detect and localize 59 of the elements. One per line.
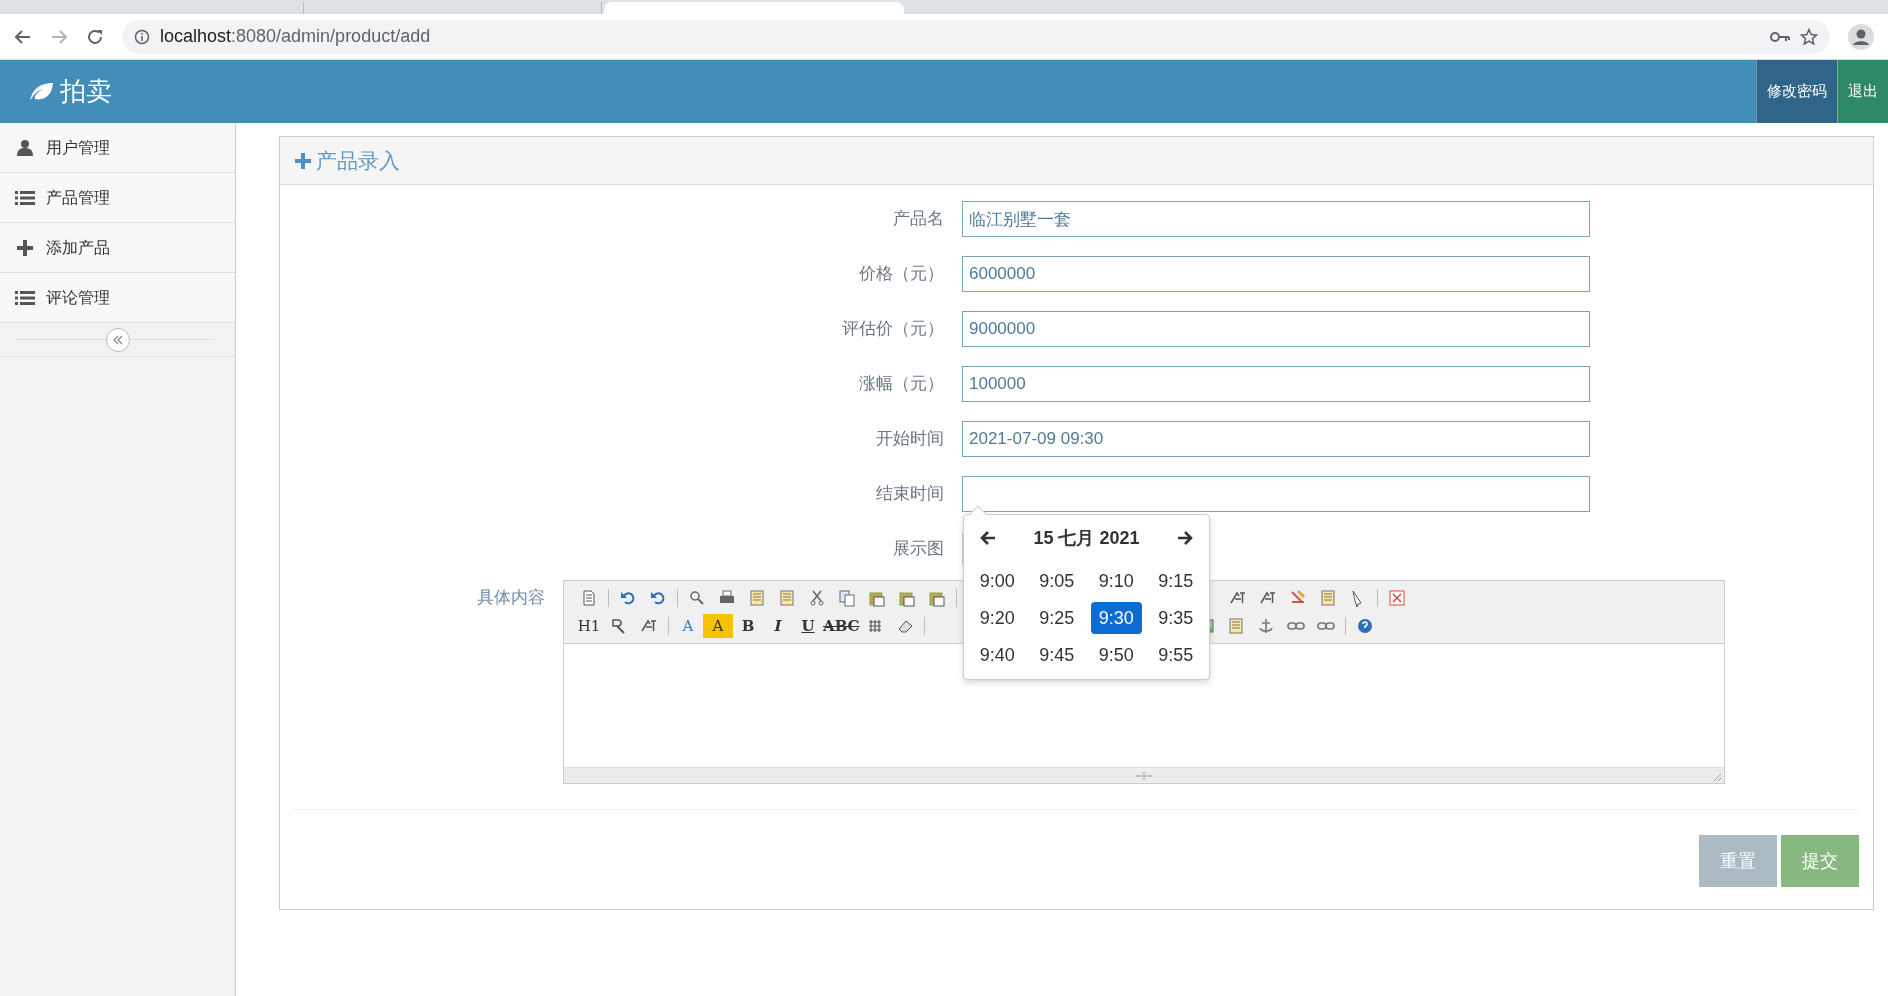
list-icon <box>14 189 36 206</box>
field-label: 开始时间 <box>875 428 945 451</box>
panel-title: 产品录入 <box>316 147 400 174</box>
text-input[interactable]: 9000000 <box>962 311 1590 347</box>
field-label: 具体内容 <box>476 587 546 609</box>
text-input[interactable]: 临江别墅一套 <box>962 201 1590 237</box>
previous-arrow-icon[interactable] <box>980 530 996 546</box>
reload-icon[interactable] <box>86 27 104 46</box>
time-option[interactable]: 9:45 <box>1031 639 1082 671</box>
leaf-icon <box>28 80 54 103</box>
text-input[interactable]: 2021-07-09 09:30 <box>962 421 1590 457</box>
field-label: 涨幅（元） <box>858 373 945 396</box>
plus-icon <box>294 151 312 170</box>
toolbar-button[interactable]: A <box>703 614 733 638</box>
list-icon <box>14 289 36 306</box>
sidebar-item[interactable]: 用户管理 <box>0 123 235 173</box>
back-icon[interactable] <box>14 27 32 46</box>
toolbar-button[interactable]: A <box>673 614 703 638</box>
sidebar-item[interactable]: 产品管理 <box>0 173 235 223</box>
header-button[interactable]: 退出 <box>1837 60 1888 123</box>
toolbar-button[interactable]: ABC <box>823 614 860 638</box>
brand-title: 拍卖 <box>60 75 112 108</box>
text-input[interactable]: 100000 <box>962 366 1590 402</box>
sidebar-item[interactable]: 评论管理 <box>0 273 235 323</box>
next-arrow-icon[interactable] <box>1177 530 1193 546</box>
time-option[interactable]: 9:25 <box>1031 602 1082 634</box>
time-option[interactable]: 9:30 <box>1091 602 1142 634</box>
resize-handle-icon[interactable] <box>1135 771 1153 780</box>
toolbar-button[interactable]: B <box>733 614 763 638</box>
user-icon <box>14 138 36 157</box>
time-option[interactable]: 9:20 <box>972 602 1023 634</box>
toolbar-button[interactable]: U <box>793 614 823 638</box>
double-chevron-icon <box>112 334 123 345</box>
header-button[interactable]: 修改密码 <box>1756 60 1837 123</box>
profile-icon[interactable] <box>1848 23 1874 50</box>
toolbar-button[interactable]: H1 <box>574 614 604 638</box>
plus-icon <box>14 239 36 256</box>
address-bar[interactable]: localhost:8080/admin/product/add <box>122 19 1830 54</box>
key-icon[interactable] <box>1770 30 1790 43</box>
collapse-button[interactable] <box>105 327 130 352</box>
field-label: 结束时间 <box>875 483 945 506</box>
star-icon[interactable] <box>1800 27 1818 46</box>
field-label: 价格（元） <box>858 263 945 286</box>
field-label: 评估价（元） <box>841 318 945 341</box>
time-option[interactable]: 9:50 <box>1091 639 1142 671</box>
info-icon <box>134 28 150 45</box>
url-text: localhost:8080/admin/product/add <box>160 25 431 48</box>
text-input[interactable] <box>962 476 1590 512</box>
time-option[interactable]: 9:35 <box>1150 602 1201 634</box>
corner-resize-icon[interactable] <box>1712 772 1722 782</box>
sidebar-item[interactable]: 添加产品 <box>0 223 235 273</box>
text-input[interactable]: 6000000 <box>962 256 1590 292</box>
time-option[interactable]: 9:55 <box>1150 639 1201 671</box>
forward-icon[interactable] <box>50 27 68 46</box>
picker-title[interactable]: 15 七月 2021 <box>1033 524 1140 552</box>
toolbar-button[interactable]: I <box>763 614 793 638</box>
field-label: 产品名 <box>892 208 945 231</box>
field-label: 展示图 <box>892 538 945 561</box>
time-option[interactable]: 9:40 <box>972 639 1023 671</box>
